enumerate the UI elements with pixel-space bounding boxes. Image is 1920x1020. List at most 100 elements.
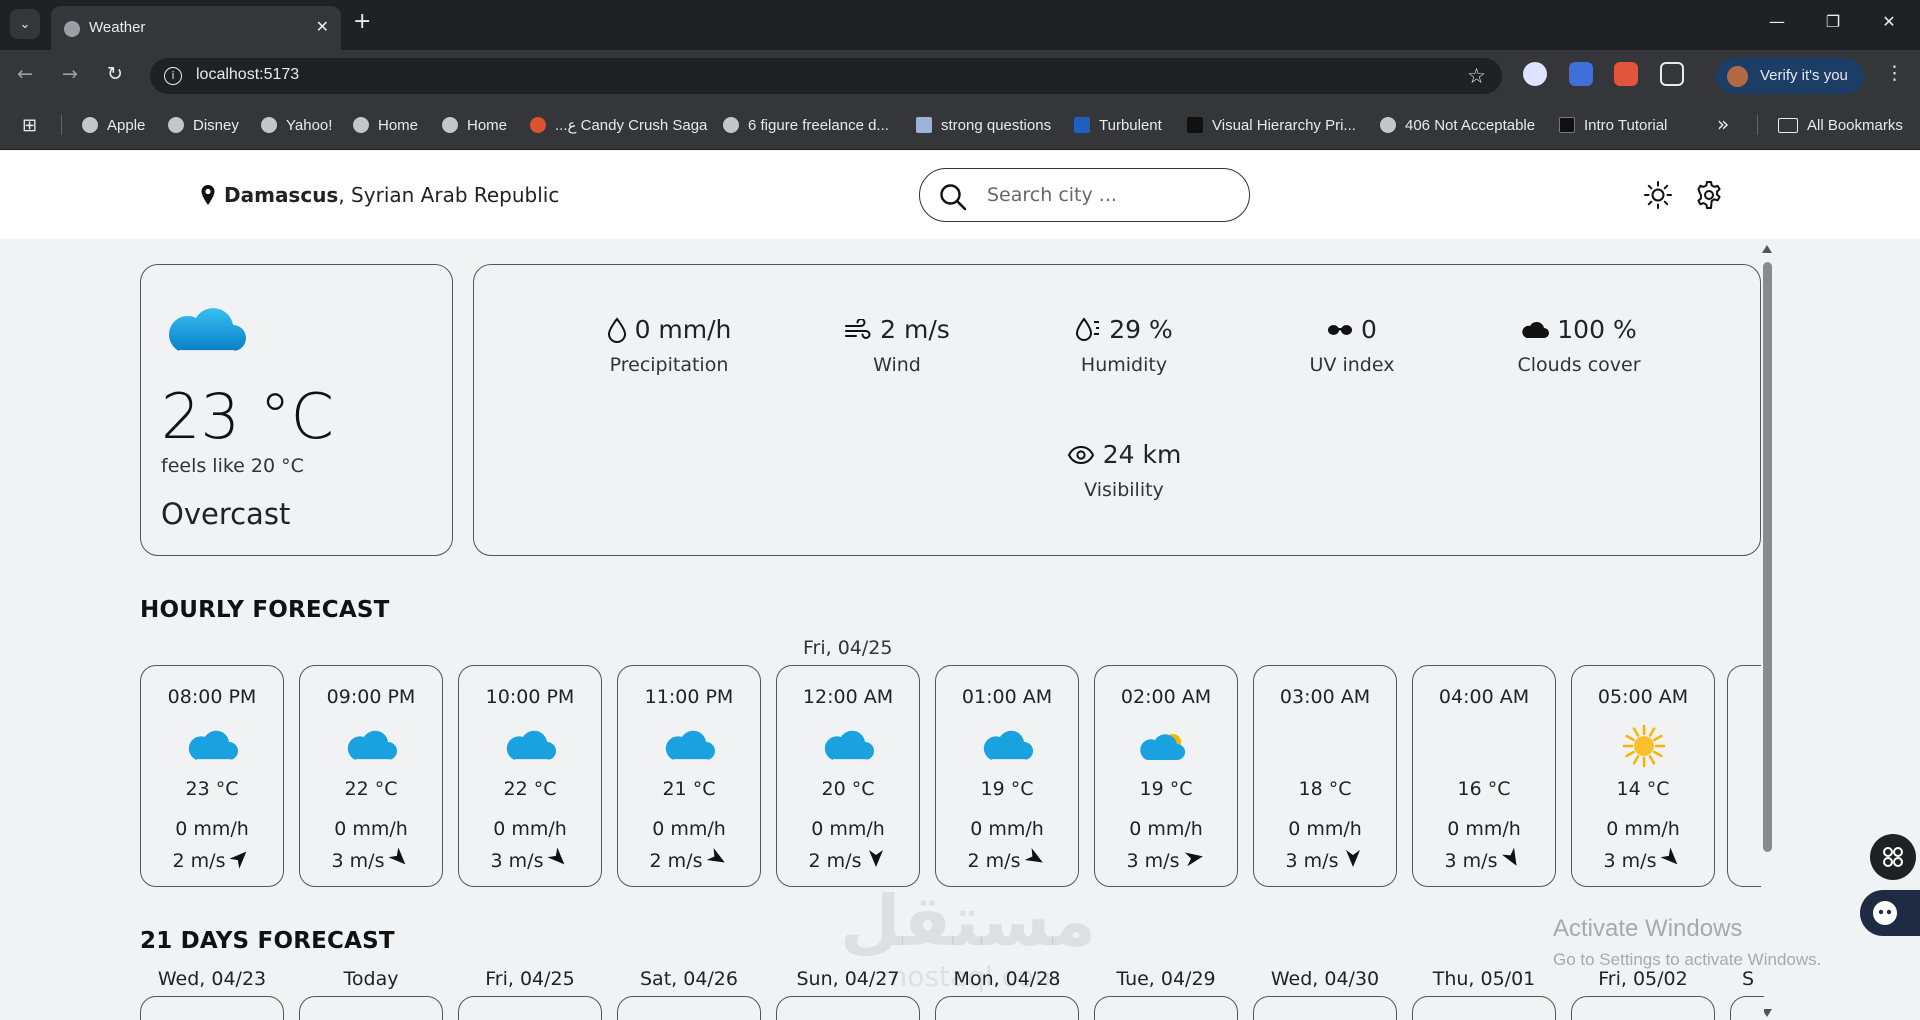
hourly-card[interactable]: 05:00 AM 14 °C 0 mm/h 3 m/s	[1571, 665, 1715, 887]
extension-icon[interactable]	[1614, 62, 1638, 86]
hour-temperature: 20 °C	[821, 778, 875, 800]
extension-icon[interactable]	[1569, 62, 1593, 86]
hourly-card[interactable]: 11:00 PM 21 °C 0 mm/h 2 m/s	[617, 665, 761, 887]
bookmark-item[interactable]: Home	[353, 114, 418, 136]
gear-icon[interactable]	[1694, 180, 1724, 210]
current-condition: Overcast	[161, 497, 291, 531]
hour-precipitation: 0 mm/h	[811, 818, 885, 840]
hour-time: 04:00 AM	[1438, 686, 1530, 708]
hour-wind: 3 m/s	[300, 847, 442, 874]
hourly-card[interactable]: 03:00 AM 18 °C 0 mm/h 3 m/s	[1253, 665, 1397, 887]
close-tab-icon[interactable]: ✕	[316, 17, 329, 36]
hour-precipitation: 0 mm/h	[1288, 818, 1362, 840]
daily-card[interactable]	[1094, 996, 1238, 1020]
hourly-card-partial[interactable]	[1727, 665, 1761, 887]
bookmark-item[interactable]: Apple	[82, 114, 145, 136]
forward-button[interactable]: →	[62, 63, 78, 85]
metric-value: 0	[1361, 315, 1377, 344]
wind-direction-icon	[1338, 847, 1364, 874]
hourly-card[interactable]: 10:00 PM 22 °C 0 mm/h 3 m/s	[458, 665, 602, 887]
hour-wind: 3 m/s	[1572, 847, 1714, 874]
daily-card[interactable]	[617, 996, 761, 1020]
site-info-icon[interactable]: i	[164, 67, 182, 85]
bookmark-item[interactable]: Yahoo!	[261, 114, 332, 136]
profile-verify-button[interactable]: Verify it's you	[1716, 58, 1864, 94]
avatar	[1727, 66, 1748, 87]
scroll-up-arrow[interactable]	[1762, 245, 1772, 253]
address-bar[interactable]: i localhost:5173 ☆	[150, 58, 1502, 94]
hour-precipitation: 0 mm/h	[175, 818, 249, 840]
extension-icon[interactable]	[1523, 62, 1547, 86]
bookmark-item[interactable]: Visual Hierarchy Pri...	[1187, 114, 1356, 136]
back-button[interactable]: ←	[17, 63, 33, 85]
cloud-cover-icon	[1522, 321, 1550, 338]
bookmark-item[interactable]: Home	[442, 114, 507, 136]
bookmark-item[interactable]: ...ع Candy Crush Saga	[530, 114, 707, 136]
hour-wind: 3 m/s	[459, 847, 601, 874]
bookmark-item[interactable]: Disney	[168, 114, 239, 136]
metric-value: 2 m/s	[880, 315, 950, 344]
current-temperature: 23 °C	[161, 380, 334, 453]
bookmark-item[interactable]: 406 Not Acceptable	[1380, 114, 1535, 136]
metric-clouds-cover: 100 % Clouds cover	[1464, 315, 1694, 376]
daily-card[interactable]	[1730, 996, 1764, 1020]
hour-time: 08:00 PM	[167, 686, 257, 708]
url-text[interactable]: localhost:5173	[196, 66, 299, 84]
new-tab-button[interactable]: +	[353, 11, 371, 33]
daily-card[interactable]	[1253, 996, 1397, 1020]
daily-card[interactable]	[935, 996, 1079, 1020]
hour-wind-speed: 3 m/s	[490, 849, 544, 872]
bookmark-label: Turbulent	[1099, 116, 1162, 134]
bookmark-item[interactable]: Intro Tutorial	[1559, 114, 1667, 136]
page-scrollbar[interactable]	[1759, 240, 1775, 1020]
close-window-button[interactable]: ✕	[1874, 12, 1904, 31]
tab-search-button[interactable]: ⌄	[10, 9, 40, 39]
browser-menu-icon[interactable]: ⋮	[1885, 62, 1904, 84]
city-search-box[interactable]	[919, 168, 1250, 222]
floating-assistant-button[interactable]	[1860, 890, 1920, 936]
hourly-card[interactable]: 02:00 AM 19 °C 0 mm/h 3 m/s	[1094, 665, 1238, 887]
hourly-card[interactable]: 04:00 AM 16 °C 0 mm/h 3 m/s	[1412, 665, 1556, 887]
day-label: Wed, 04/30	[1270, 968, 1380, 990]
browser-tab-weather[interactable]: Weather ✕	[51, 6, 341, 50]
reload-button[interactable]: ↻	[107, 63, 123, 85]
floating-apps-button[interactable]	[1870, 834, 1916, 880]
app-header: Damascus , Syrian Arab Republic	[0, 151, 1920, 239]
hourly-card[interactable]: 12:00 AM 20 °C 0 mm/h 2 m/s	[776, 665, 920, 887]
hour-time: 05:00 AM	[1597, 686, 1689, 708]
droplet-icon	[607, 316, 626, 343]
bookmark-item[interactable]: strong questions	[916, 114, 1051, 136]
scroll-thumb[interactable]	[1763, 262, 1772, 852]
hourly-card[interactable]: 01:00 AM 19 °C 0 mm/h 2 m/s	[935, 665, 1079, 887]
browser-toolbar: ← → ↻ i localhost:5173 ☆ Verify it's you…	[0, 50, 1920, 100]
metric-value: 24 km	[1102, 440, 1182, 469]
apps-grid-icon[interactable]: ⊞	[22, 115, 37, 136]
bookmark-item[interactable]: 6 figure freelance d...	[723, 114, 889, 136]
search-input[interactable]	[987, 181, 1227, 209]
daily-card[interactable]	[776, 996, 920, 1020]
daily-card[interactable]	[299, 996, 443, 1020]
sun-theme-toggle-icon[interactable]	[1643, 180, 1673, 210]
bookmark-item[interactable]: Turbulent	[1074, 114, 1162, 136]
daily-card[interactable]	[458, 996, 602, 1020]
globe-icon	[442, 117, 458, 133]
daily-card[interactable]	[140, 996, 284, 1020]
daily-card[interactable]	[1412, 996, 1556, 1020]
day-label: Fri, 05/02	[1598, 968, 1688, 990]
all-bookmarks-button[interactable]: All Bookmarks	[1778, 114, 1903, 136]
hourly-card[interactable]: 09:00 PM 22 °C 0 mm/h 3 m/s	[299, 665, 443, 887]
more-bookmarks-icon[interactable]: »	[1717, 112, 1729, 136]
minimize-button[interactable]: —	[1762, 12, 1792, 31]
hour-wind: 2 m/s	[618, 847, 760, 874]
daily-card[interactable]	[1571, 996, 1715, 1020]
daily-forecast-title: 21 DAYS FORECAST	[140, 928, 395, 954]
hour-wind-speed: 2 m/s	[967, 849, 1021, 872]
metric-label: Humidity	[1080, 354, 1168, 376]
restore-button[interactable]: ❐	[1818, 12, 1848, 31]
hour-precipitation: 0 mm/h	[1606, 818, 1680, 840]
hourly-card[interactable]: 08:00 PM 23 °C 0 mm/h 2 m/s	[140, 665, 284, 887]
extensions-puzzle-icon[interactable]	[1660, 62, 1684, 86]
bookmark-star-icon[interactable]: ☆	[1467, 64, 1486, 88]
hour-temperature: 18 °C	[1298, 778, 1352, 800]
bookmark-label: Disney	[193, 116, 239, 134]
